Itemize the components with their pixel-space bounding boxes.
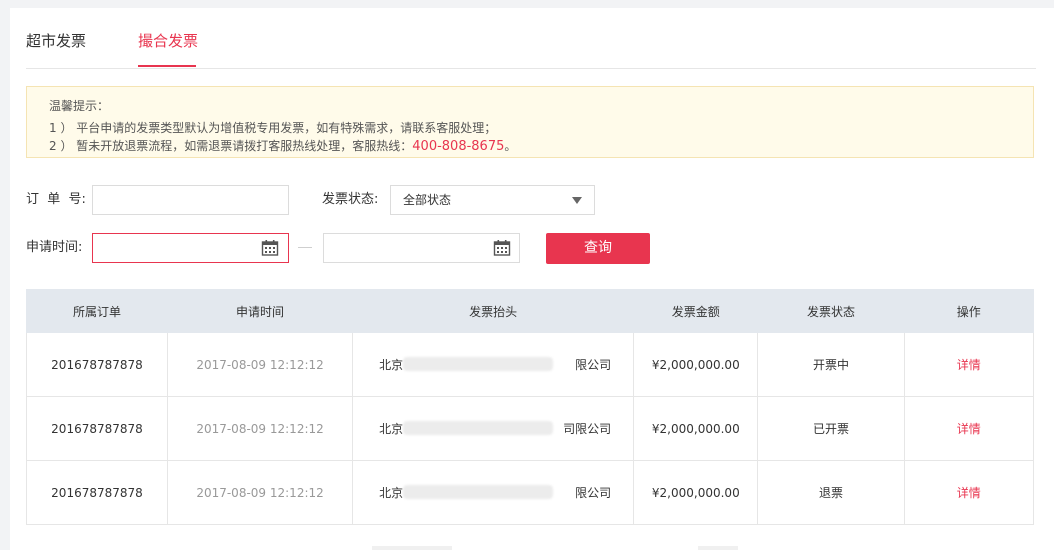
cell-invoice-title: 北京 限公司 [352, 460, 635, 525]
detail-link[interactable]: 详情 [957, 358, 981, 372]
cell-action: 详情 [903, 332, 1035, 397]
header-invoice-amount: 发票金额 [633, 289, 759, 333]
invoice-status-select[interactable]: 全部状态 [390, 185, 595, 215]
title-suffix: 限公司 [575, 358, 612, 372]
cell-status: 退票 [757, 460, 905, 525]
invoice-panel: 超市发票 撮合发票 温馨提示： 1 ） 平台申请的发票类型默认为增值税专用发票，… [10, 8, 1054, 550]
redacted-text [403, 357, 554, 371]
cell-invoice-title: 北京 司限公司 [352, 396, 635, 461]
cell-apply-time: 2017-08-09 12:12:12 [166, 396, 354, 461]
hotline-number: 400-808-8675 [412, 139, 505, 154]
header-order: 所属订单 [26, 289, 168, 333]
cell-order: 201678787878 [26, 396, 168, 461]
notice-box: 温馨提示： 1 ） 平台申请的发票类型默认为增值税专用发票，如有特殊需求，请联系… [26, 86, 1034, 158]
pagination-hint [372, 546, 452, 550]
calendar-icon[interactable] [261, 239, 279, 257]
header-apply-time: 申请时间 [166, 289, 354, 333]
title-prefix: 北京 [379, 358, 404, 372]
end-date-input[interactable] [323, 233, 520, 263]
cell-amount: ¥2,000,000.00 [633, 332, 759, 397]
notice-line-1: 1 ） 平台申请的发票类型默认为增值税专用发票，如有特殊需求，请联系客服处理； [49, 121, 497, 135]
table-row: 201678787878 2017-08-09 12:12:12 北京 限公司 … [26, 460, 1035, 525]
query-button[interactable]: 查询 [546, 233, 650, 264]
title-suffix: 司限公司 [563, 422, 612, 436]
cell-status: 已开票 [757, 396, 905, 461]
notice-line-2-end: 。 [504, 139, 517, 153]
start-date-input[interactable] [92, 233, 289, 263]
notice-line-2-text: 2 ） 暂未开放退票流程，如需退票请拨打客服热线处理，客服热线： [49, 139, 413, 153]
tab-bar: 超市发票 撮合发票 [26, 8, 1036, 69]
redacted-text [403, 485, 554, 499]
invoice-status-label: 发票状态: [322, 192, 379, 207]
table-header-row: 所属订单 申请时间 发票抬头 发票金额 发票状态 操作 [26, 289, 1035, 333]
cell-action: 详情 [903, 460, 1035, 525]
cell-status: 开票中 [757, 332, 905, 397]
cell-order: 201678787878 [26, 332, 168, 397]
table-row: 201678787878 2017-08-09 12:12:12 北京 限公司 … [26, 332, 1035, 397]
cell-amount: ¥2,000,000.00 [633, 396, 759, 461]
detail-link[interactable]: 详情 [957, 422, 981, 436]
apply-time-label: 申请时间: [26, 240, 83, 255]
redacted-text [403, 421, 554, 435]
calendar-icon[interactable] [493, 239, 511, 257]
cell-apply-time: 2017-08-09 12:12:12 [166, 332, 354, 397]
tab-supermarket-invoice[interactable]: 超市发票 [26, 30, 86, 52]
notice-title: 温馨提示： [49, 99, 110, 113]
tab-matched-invoice[interactable]: 撮合发票 [138, 30, 198, 52]
header-invoice-title: 发票抬头 [352, 289, 635, 333]
order-number-label: 订 单 号: [26, 192, 86, 207]
cell-apply-time: 2017-08-09 12:12:12 [166, 460, 354, 525]
detail-link[interactable]: 详情 [957, 486, 981, 500]
invoice-table: 所属订单 申请时间 发票抬头 发票金额 发票状态 操作 201678787878… [26, 289, 1035, 525]
header-action: 操作 [903, 289, 1035, 333]
cell-action: 详情 [903, 396, 1035, 461]
chevron-down-icon [572, 197, 582, 204]
cell-amount: ¥2,000,000.00 [633, 460, 759, 525]
header-invoice-status: 发票状态 [757, 289, 905, 333]
pagination-hint [698, 546, 738, 550]
cell-invoice-title: 北京 限公司 [352, 332, 635, 397]
active-tab-indicator [138, 65, 196, 67]
date-range-separator [298, 247, 312, 248]
table-row: 201678787878 2017-08-09 12:12:12 北京 司限公司… [26, 396, 1035, 461]
title-suffix: 限公司 [575, 486, 612, 500]
cell-order: 201678787878 [26, 460, 168, 525]
title-prefix: 北京 [379, 422, 404, 436]
notice-line-2: 2 ） 暂未开放退票流程，如需退票请拨打客服热线处理，客服热线：400-808-… [49, 137, 516, 154]
invoice-status-selected: 全部状态 [403, 193, 452, 207]
order-number-input[interactable] [92, 185, 289, 215]
title-prefix: 北京 [379, 486, 404, 500]
